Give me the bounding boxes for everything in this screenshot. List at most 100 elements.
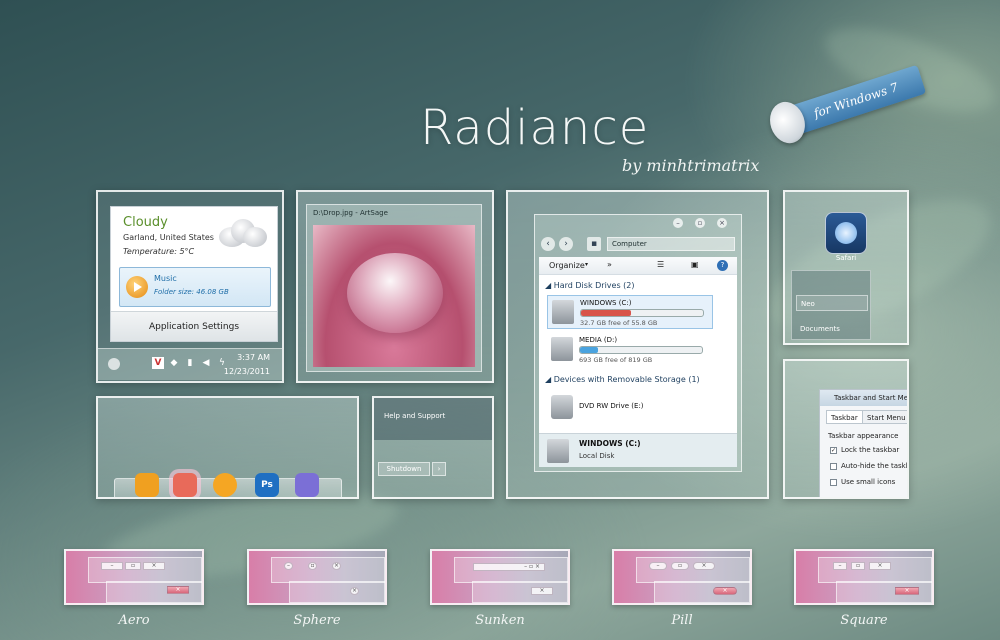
style-label-pill: Pill (671, 613, 693, 628)
shutdown-options-button[interactable]: › (432, 462, 446, 476)
maximize-icon: ▫ (125, 562, 141, 570)
antivirus-icon[interactable]: V (152, 357, 164, 369)
close-icon[interactable]: × (717, 218, 727, 228)
start-menu-item-neo[interactable]: Neo (796, 295, 868, 311)
close-icon: × (713, 587, 737, 595)
close-icon: × (167, 586, 189, 594)
style-label-sphere: Sphere (293, 613, 341, 628)
small-icons-checkbox[interactable]: Use small icons (830, 478, 895, 486)
app-icon[interactable] (173, 473, 197, 497)
tab-taskbar[interactable]: Taskbar (826, 410, 863, 424)
network-icon[interactable]: ▮ (184, 357, 196, 369)
details-pane: WINDOWS (C:) Local Disk (539, 433, 737, 467)
minimize-icon: – (833, 562, 847, 570)
taskbar-properties-dialog: Taskbar and Start Menu Taskbar Start Men… (819, 389, 907, 497)
preview-window: – ▫ × (818, 557, 932, 583)
weather-temperature: Temperature: 5°C (123, 247, 195, 256)
shutdown-panel: Help and Support Shutdown › (372, 396, 494, 499)
start-menu-item-documents[interactable]: Documents (796, 321, 868, 337)
details-drive-type: Local Disk (579, 452, 615, 460)
close-icon: × (350, 587, 359, 595)
music-folder-size: Folder size: 46.08 GB (154, 288, 229, 296)
hard-drive-icon (551, 337, 573, 361)
dialog-title: Taskbar and Start Menu (820, 390, 907, 406)
start-menu-list: Neo Documents (791, 270, 871, 340)
explorer-window: – ▫ × ‹ › ▪ Computer Organize ▾ » ☰ ▣ ? … (534, 214, 742, 472)
preview-pane-icon[interactable]: ▣ (691, 260, 699, 269)
auto-hide-checkbox[interactable]: Auto-hide the taskbar (830, 462, 907, 470)
safari-label: Safari (835, 254, 857, 262)
back-icon[interactable]: ‹ (541, 237, 555, 251)
tray-clock[interactable]: 3:37 AM 12/23/2011 (224, 352, 270, 378)
organize-button[interactable]: Organize (549, 261, 585, 270)
shutdown-button[interactable]: Shutdown (378, 462, 430, 476)
style-preview-sphere[interactable]: – ▫ × × (247, 549, 387, 605)
preview-window: × (654, 581, 750, 603)
preview-window: – ▫ × (88, 557, 202, 583)
chevron-down-icon[interactable]: ▾ (585, 261, 588, 268)
maximize-icon: ▫ (671, 562, 689, 570)
maximize-icon[interactable]: ▫ (695, 218, 705, 228)
tab-start-menu[interactable]: Start Menu (862, 410, 907, 424)
style-preview-sunken[interactable]: – ▫ × × (430, 549, 570, 605)
system-tray: V ◆ ▮ ◀ ϟ 3:37 AM 12/23/2011 (98, 348, 282, 380)
details-drive-name: WINDOWS (C:) (579, 439, 641, 448)
media-player-icon[interactable] (213, 473, 237, 497)
tray-time: 3:37 AM (237, 353, 270, 362)
close-icon: × (693, 562, 715, 570)
style-preview-aero[interactable]: – ▫ × × (64, 549, 204, 605)
maximize-icon: ▫ (308, 562, 317, 570)
volume-icon[interactable]: ◀ (200, 357, 212, 369)
weather-music-gadget: Cloudy Garland, United States Temperatur… (110, 206, 278, 342)
gadget-preview-panel: Cloudy Garland, United States Temperatur… (96, 190, 284, 383)
style-preview-square[interactable]: – ▫ × × (794, 549, 934, 605)
drive-item-d[interactable]: MEDIA (D:) 693 GB free of 819 GB (547, 333, 713, 367)
preview-window: – ▫ × (636, 557, 750, 583)
explorer-toolbar: Organize ▾ » ☰ ▣ ? (539, 257, 737, 275)
drive-usage-bar (580, 309, 704, 317)
play-icon[interactable] (126, 276, 148, 298)
preview-window: – ▫ × (454, 557, 568, 583)
application-settings-button[interactable]: Application Settings (111, 311, 277, 341)
more-icon[interactable]: » (607, 260, 612, 269)
minimize-icon[interactable]: – (673, 218, 683, 228)
photoshop-icon[interactable]: Ps (255, 473, 279, 497)
minimize-icon: – (101, 562, 123, 570)
folder-icon[interactable] (135, 473, 159, 497)
close-icon: × (531, 587, 553, 595)
window-controls: – ▫ × (473, 563, 545, 571)
shield-icon[interactable]: ◆ (168, 357, 180, 369)
preview-window: – ▫ × (271, 557, 385, 583)
style-preview-pill[interactable]: – ▫ × × (612, 549, 752, 605)
option-label: Lock the taskbar (841, 446, 900, 454)
help-icon[interactable]: ? (717, 260, 728, 271)
checkbox-checked-icon: ✓ (830, 446, 837, 454)
photo-viewer-window: D:\Drop.jpg - ArtSage (306, 204, 482, 372)
show-hidden-icons-button[interactable] (108, 358, 120, 370)
drive-usage-bar (579, 346, 703, 354)
option-label: Auto-hide the taskbar (841, 462, 907, 470)
weather-location: Garland, United States (123, 233, 214, 242)
messenger-icon[interactable] (295, 473, 319, 497)
collapse-icon[interactable]: ◢ (545, 375, 551, 384)
forward-icon[interactable]: › (559, 237, 573, 251)
view-options-icon[interactable]: ☰ (657, 260, 664, 269)
photo-viewer-panel: D:\Drop.jpg - ArtSage (296, 190, 494, 383)
music-title: Music (154, 274, 177, 283)
group-removable-storage[interactable]: ◢ Devices with Removable Storage (1) (545, 375, 700, 384)
group-hard-disk-drives[interactable]: ◢ Hard Disk Drives (2) (545, 281, 635, 290)
group-label: Devices with Removable Storage (1) (553, 375, 700, 384)
drive-item-c[interactable]: WINDOWS (C:) 32.7 GB free of 55.8 GB (547, 295, 713, 329)
close-icon: × (143, 562, 165, 570)
safari-icon[interactable] (825, 212, 867, 254)
ribbon-label: for Windows 7 (785, 64, 927, 136)
water-drop-image (347, 253, 443, 333)
help-and-support-item[interactable]: Help and Support (374, 398, 492, 440)
lock-taskbar-checkbox[interactable]: ✓ Lock the taskbar (830, 446, 899, 454)
collapse-icon[interactable]: ◢ (545, 281, 551, 290)
drive-item-e[interactable]: DVD RW Drive (E:) (547, 391, 713, 425)
music-library-item[interactable]: Music Folder size: 46.08 GB (119, 267, 271, 307)
address-bar[interactable]: Computer (607, 237, 735, 251)
drive-free-space: 693 GB free of 819 GB (579, 356, 653, 364)
taskbar-dock: Ps (114, 473, 342, 497)
